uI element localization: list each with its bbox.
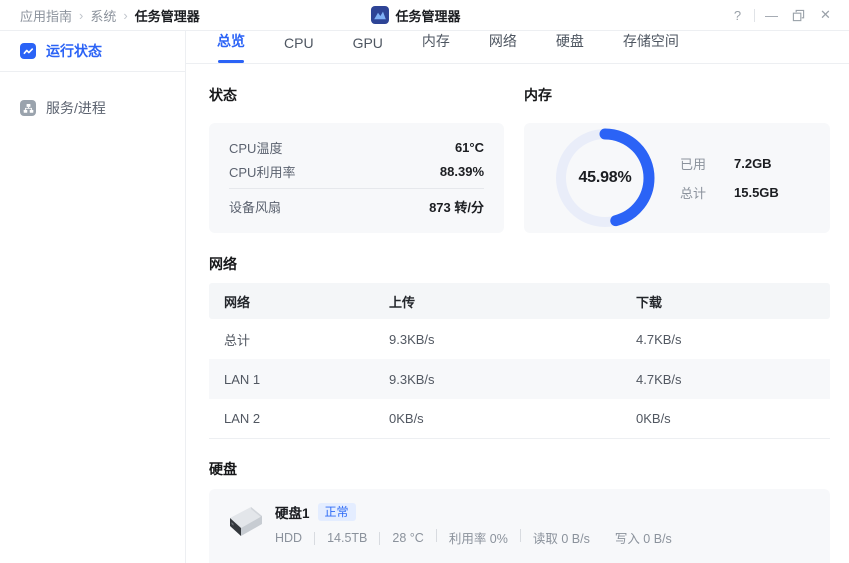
- disk-spec: 读取 0 B/s: [508, 528, 590, 547]
- disk-card: 硬盘1 正常 HDD 14.5TB 28 °C 利用率 0% 读取 0 B/s …: [209, 489, 830, 563]
- legend-value: 7.2GB: [734, 156, 772, 171]
- hard-drive-icon: [221, 503, 265, 541]
- activity-chart-icon: [20, 43, 36, 59]
- network-section-title: 网络: [209, 256, 830, 272]
- disk-section-title: 硬盘: [209, 461, 830, 477]
- cell: LAN 2: [224, 411, 389, 426]
- sidebar-item-label: 服务/进程: [46, 98, 106, 118]
- disk-name: 硬盘1: [275, 502, 310, 522]
- tab-memory[interactable]: 内存: [422, 31, 450, 63]
- cell: 0KB/s: [389, 411, 636, 426]
- tab-network[interactable]: 网络: [489, 31, 517, 63]
- cell: 9.3KB/s: [389, 332, 636, 347]
- column-header: 网络: [224, 292, 389, 311]
- memory-total-row: 总计 15.5GB: [680, 183, 779, 202]
- window-title: 任务管理器: [370, 0, 460, 30]
- legend-label: 总计: [680, 183, 734, 202]
- disk-spec: 利用率 0%: [424, 528, 508, 547]
- column-header: 下载: [636, 292, 830, 311]
- app-logo-icon: [370, 6, 388, 24]
- tab-overview[interactable]: 总览: [217, 31, 245, 63]
- minimize-button[interactable]: —: [758, 3, 785, 27]
- help-button[interactable]: ?: [724, 3, 751, 27]
- memory-percent-label: 45.98%: [553, 126, 657, 230]
- maximize-button[interactable]: [785, 3, 812, 27]
- titlebar: 应用指南 › 系统 › 任务管理器 任务管理器 ? — ✕: [0, 0, 849, 31]
- status-row-fan: 设备风扇 873 转/分: [229, 195, 484, 219]
- memory-used-row: 已用 7.2GB: [680, 154, 779, 173]
- status-label: CPU温度: [229, 138, 282, 157]
- tab-gpu[interactable]: GPU: [353, 35, 383, 63]
- disk-spec: 写入 0 B/s: [590, 528, 672, 547]
- memory-section-title: 内存: [524, 87, 830, 103]
- table-row-lan2: LAN 2 0KB/s 0KB/s: [209, 399, 830, 439]
- status-label: 设备风扇: [229, 197, 281, 216]
- cell: 0KB/s: [636, 411, 830, 426]
- cell: 4.7KB/s: [636, 332, 830, 347]
- memory-card: 45.98% 已用 7.2GB 总计 15.5GB: [524, 123, 830, 233]
- sidebar-item-services-processes[interactable]: 服务/进程: [20, 98, 185, 118]
- cell: 4.7KB/s: [636, 372, 830, 387]
- tab-disk[interactable]: 硬盘: [556, 31, 584, 63]
- disk-info: 硬盘1 正常 HDD 14.5TB 28 °C 利用率 0% 读取 0 B/s …: [275, 502, 672, 547]
- window-title-text: 任务管理器: [395, 6, 460, 25]
- tab-bar: 总览 CPU GPU 内存 网络 硬盘 存储空间: [186, 31, 849, 64]
- status-divider: [229, 188, 484, 189]
- cell: 总计: [224, 330, 389, 349]
- window-controls: ? — ✕: [724, 3, 849, 27]
- controls-divider: [754, 9, 755, 22]
- cell: 9.3KB/s: [389, 372, 636, 387]
- breadcrumb-separator-icon: ›: [79, 8, 83, 23]
- memory-donut-chart: 45.98%: [553, 126, 657, 230]
- tab-storage[interactable]: 存储空间: [623, 31, 679, 63]
- maximize-icon: [792, 9, 805, 22]
- table-row-lan1: LAN 1 9.3KB/s 4.7KB/s: [209, 359, 830, 399]
- network-table: 网络 上传 下载 总计 9.3KB/s 4.7KB/s LAN 1 9.3KB/…: [209, 283, 830, 439]
- sidebar-item-running-status[interactable]: 运行状态: [20, 41, 102, 61]
- breadcrumb-item-system[interactable]: 系统: [90, 6, 116, 25]
- breadcrumb: 应用指南 › 系统 › 任务管理器: [0, 6, 200, 25]
- overview-content: 状态 CPU温度 61°C CPU利用率 88.39%: [186, 64, 849, 563]
- cell: LAN 1: [224, 372, 389, 387]
- task-manager-window: 应用指南 › 系统 › 任务管理器 任务管理器 ? — ✕: [0, 0, 849, 563]
- status-label: CPU利用率: [229, 162, 295, 181]
- status-value: 88.39%: [440, 164, 484, 179]
- status-card: CPU温度 61°C CPU利用率 88.39% 设备风扇 873 转/分: [209, 123, 504, 233]
- table-row-total: 总计 9.3KB/s 4.7KB/s: [209, 319, 830, 359]
- breadcrumb-item-task-manager: 任务管理器: [135, 6, 200, 25]
- close-button[interactable]: ✕: [812, 3, 839, 27]
- status-row-cpu-temp: CPU温度 61°C: [229, 135, 484, 159]
- disk-specs: HDD 14.5TB 28 °C 利用率 0% 读取 0 B/s 写入 0 B/…: [275, 528, 672, 547]
- breadcrumb-item-app-guide[interactable]: 应用指南: [20, 6, 72, 25]
- sidebar: 运行状态 服务/进程: [0, 31, 186, 563]
- process-tree-icon: [20, 100, 36, 116]
- disk-status-badge: 正常: [318, 503, 356, 521]
- tab-cpu[interactable]: CPU: [284, 35, 314, 63]
- disk-spec: 28 °C: [367, 531, 423, 545]
- disk-spec: HDD: [275, 531, 302, 545]
- main-panel: 总览 CPU GPU 内存 网络 硬盘 存储空间 状态 CPU温度 6: [186, 31, 849, 563]
- network-table-header: 网络 上传 下载: [209, 283, 830, 319]
- sidebar-item-label: 运行状态: [46, 41, 102, 61]
- legend-value: 15.5GB: [734, 185, 779, 200]
- memory-legend: 已用 7.2GB 总计 15.5GB: [680, 154, 779, 202]
- column-header: 上传: [389, 292, 636, 311]
- status-value: 873 转/分: [429, 197, 484, 216]
- status-section-title: 状态: [209, 87, 504, 103]
- breadcrumb-separator-icon: ›: [123, 8, 127, 23]
- status-row-cpu-usage: CPU利用率 88.39%: [229, 159, 484, 183]
- legend-label: 已用: [680, 154, 734, 173]
- status-value: 61°C: [455, 140, 484, 155]
- disk-spec: 14.5TB: [302, 531, 367, 545]
